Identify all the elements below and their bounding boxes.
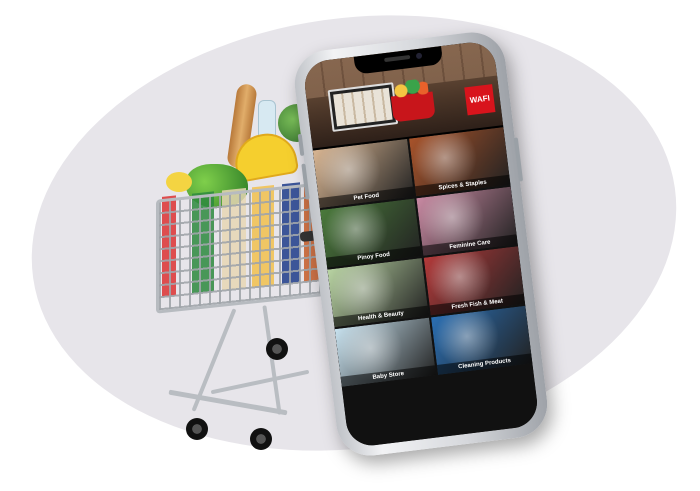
brand-logo[interactable]: WAFI <box>464 84 496 116</box>
cart-wheel <box>250 428 272 450</box>
hero-illustration: WAFI Pet Food Spices & Staples Pinoy Foo… <box>0 0 700 491</box>
category-tile[interactable]: Health & Beauty <box>327 258 429 328</box>
category-tile[interactable]: Cleaning Products <box>431 305 533 375</box>
category-tile[interactable]: Pinoy Food <box>320 198 422 268</box>
category-tile[interactable]: Spices & Staples <box>409 127 511 197</box>
category-tile[interactable]: Fresh Fish & Meat <box>423 246 526 316</box>
category-tile[interactable]: Feminine Care <box>416 186 518 256</box>
category-grid: Pet Food Spices & Staples Pinoy Food Fem… <box>312 127 540 449</box>
cart-frame-bar <box>262 305 282 415</box>
category-tile[interactable]: Pet Food <box>312 138 415 209</box>
cart-wheel <box>266 338 288 360</box>
cart-frame-bar <box>168 389 288 416</box>
lemon-icon <box>166 172 192 192</box>
basket-icon <box>390 91 436 123</box>
monitor-icon <box>327 82 399 132</box>
cart-wheel <box>186 418 208 440</box>
cart-frame-bar <box>210 369 310 395</box>
category-tile[interactable]: Baby Store <box>334 317 437 387</box>
